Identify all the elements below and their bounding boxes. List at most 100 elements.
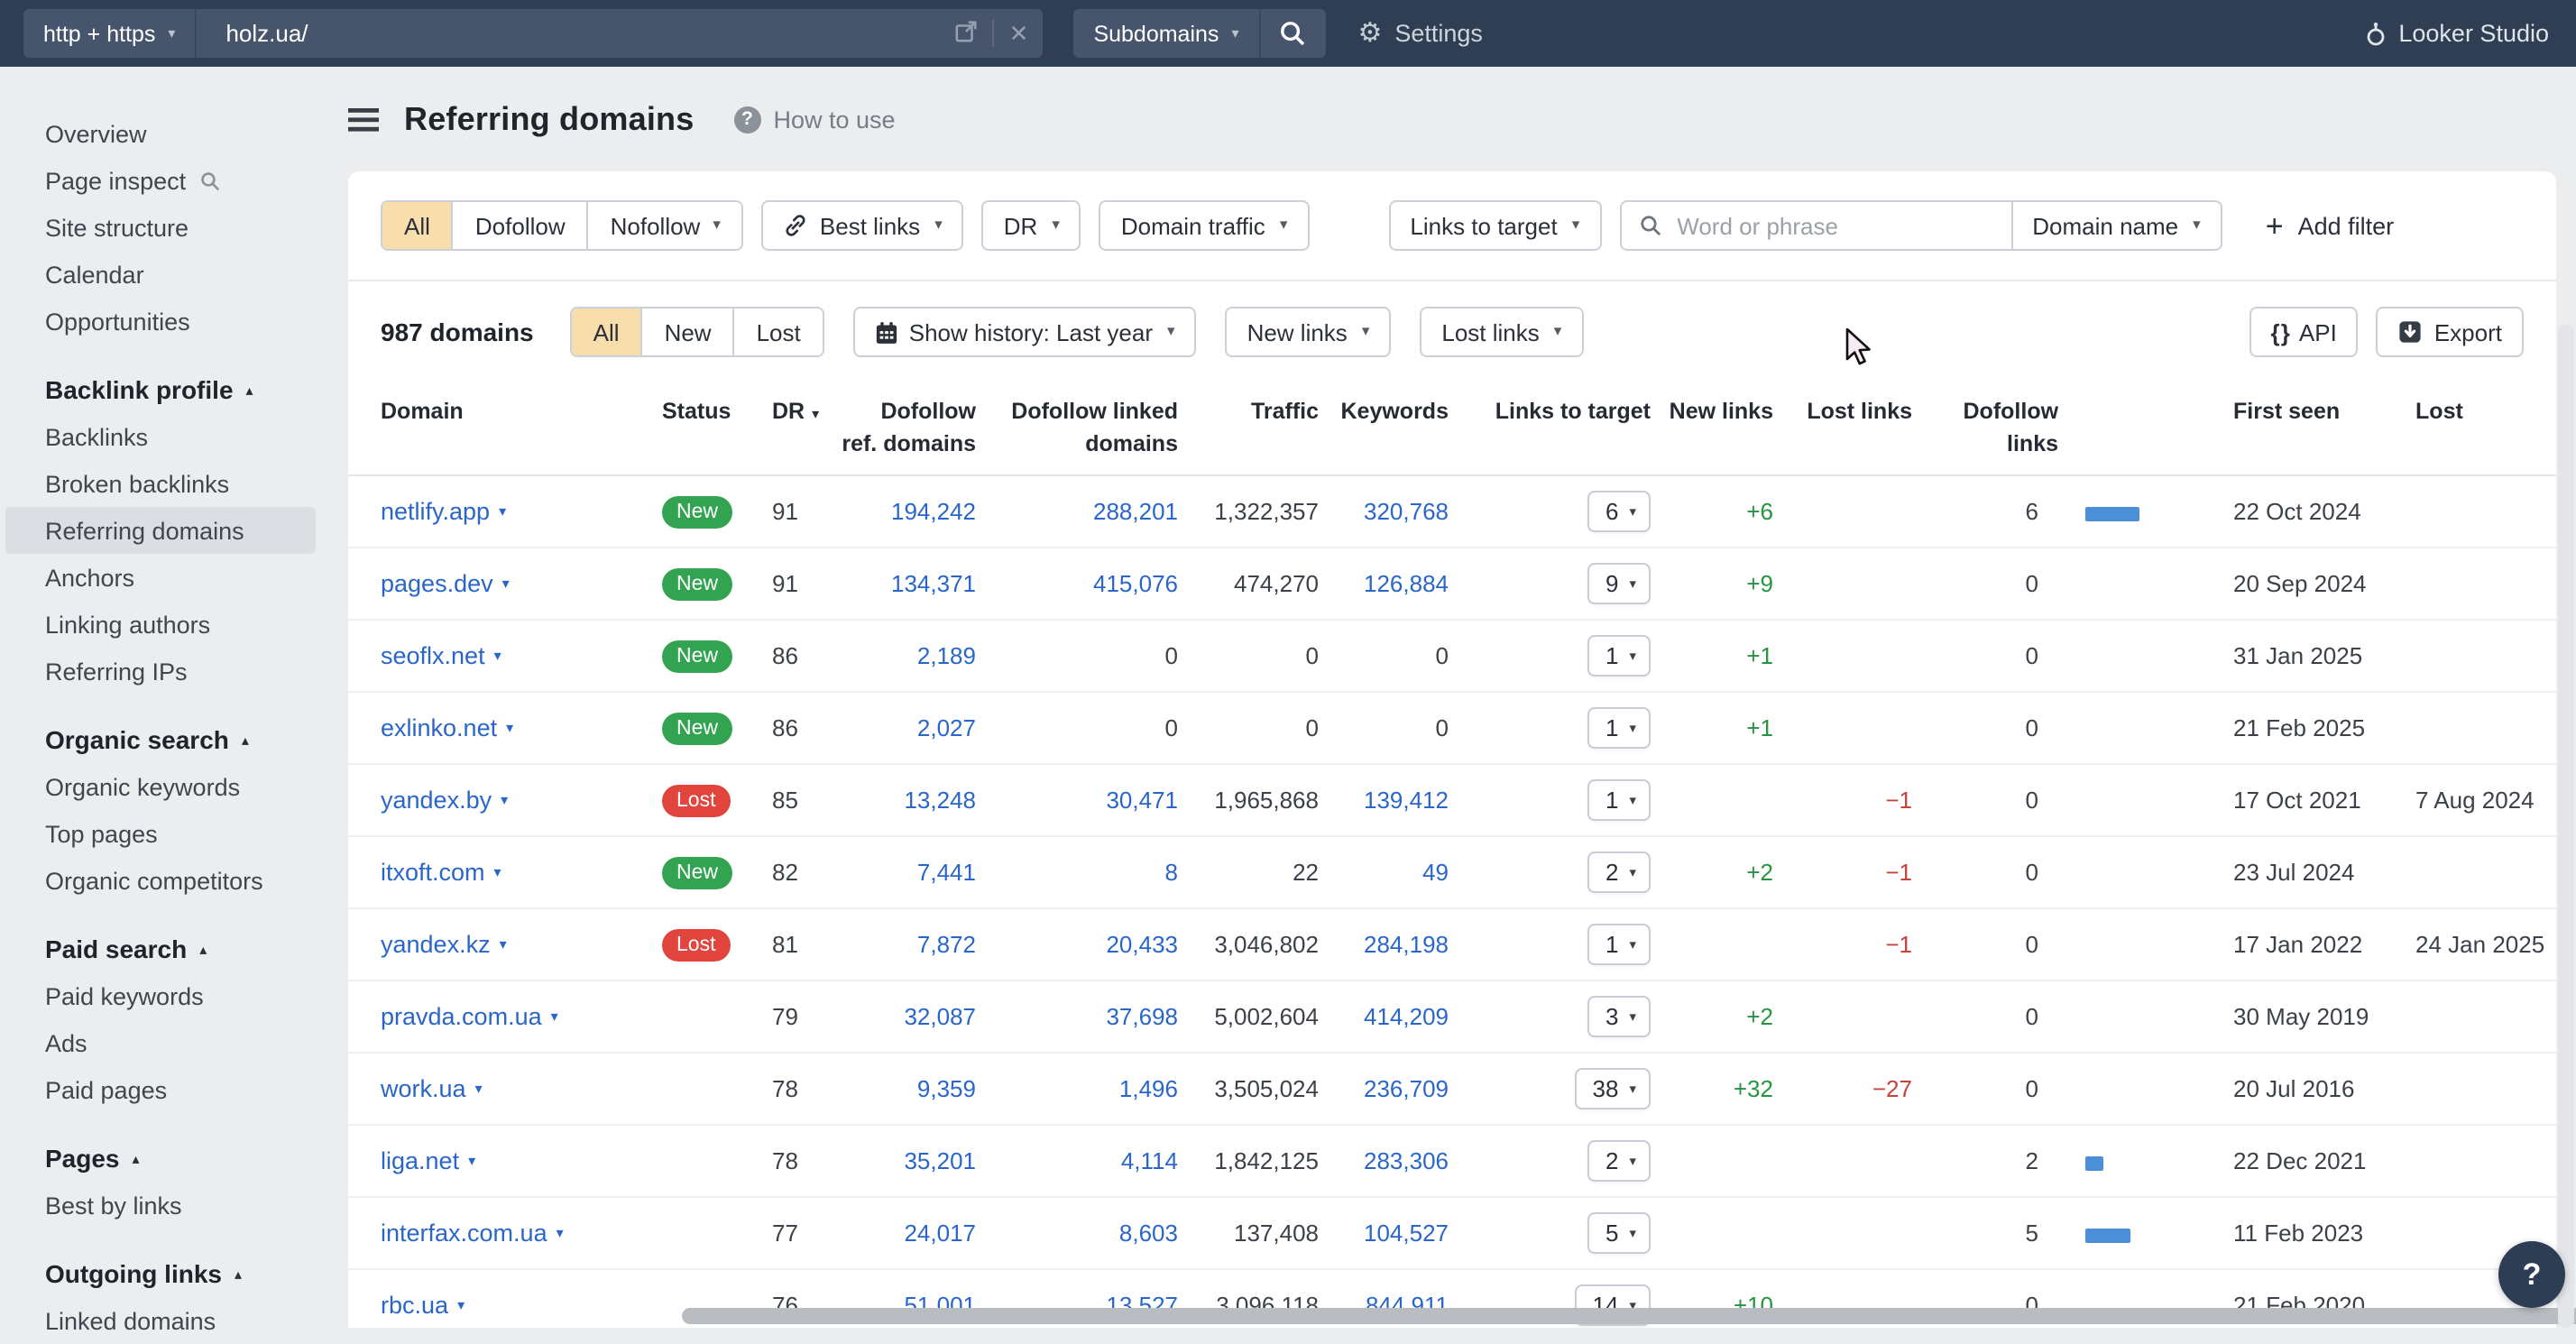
sidebar-section-organic-search[interactable]: Organic search▴ <box>5 716 316 763</box>
sidebar-item-site-structure[interactable]: Site structure <box>5 204 316 251</box>
domain-link[interactable]: liga.net▾ <box>381 1147 475 1174</box>
cell-new-links[interactable]: +32 <box>1665 1053 1773 1125</box>
cell-new-links[interactable]: +6 <box>1665 475 1773 548</box>
vertical-scrollbar[interactable] <box>2558 325 2574 1328</box>
domain-link[interactable]: exlinko.net▾ <box>381 714 513 741</box>
show-history-dropdown[interactable]: Show history: Last year ▾ <box>853 307 1197 357</box>
links-to-target-select[interactable]: 1▾ <box>1587 635 1651 677</box>
segment-status-new[interactable]: New <box>641 308 733 355</box>
sidebar-item-opportunities[interactable]: Opportunities <box>5 298 316 345</box>
sidebar-item-best-by-links[interactable]: Best by links <box>5 1182 316 1229</box>
settings-button[interactable]: ⚙ Settings <box>1357 20 1482 47</box>
sidebar-item-referring-domains[interactable]: Referring domains <box>5 507 316 554</box>
clear-input-icon[interactable]: ✕ <box>1009 19 1029 48</box>
segment-dofollow[interactable]: Dofollow <box>452 202 587 249</box>
new-links-dropdown[interactable]: New links ▾ <box>1226 307 1392 357</box>
domain-link[interactable]: rbc.ua▾ <box>381 1292 465 1319</box>
search-button[interactable] <box>1258 9 1325 58</box>
best-links-filter[interactable]: Best links ▾ <box>762 200 964 251</box>
sidebar-item-paid-keywords[interactable]: Paid keywords <box>5 972 316 1019</box>
how-to-use-link[interactable]: ? How to use <box>733 106 895 133</box>
cell-dofollow-ref[interactable]: 7,872 <box>841 908 976 980</box>
sidebar-item-overview[interactable]: Overview <box>5 110 316 157</box>
sidebar-section-backlink-profile[interactable]: Backlink profile▴ <box>5 366 316 413</box>
domain-name-dropdown[interactable]: Domain name ▾ <box>2010 202 2220 249</box>
lost-links-dropdown[interactable]: Lost links ▾ <box>1420 307 1583 357</box>
domain-link[interactable]: netlify.app▾ <box>381 498 506 525</box>
word-search-field[interactable] <box>1621 210 2010 241</box>
domain-link[interactable]: yandex.kz▾ <box>381 931 507 958</box>
cell-keywords[interactable]: 104,527 <box>1319 1197 1449 1269</box>
domain-traffic-filter[interactable]: Domain traffic ▾ <box>1099 200 1310 251</box>
column-header-keywords[interactable]: Keywords <box>1319 379 1449 475</box>
links-to-target-select[interactable]: 9▾ <box>1587 563 1651 604</box>
cell-dofollow-ref[interactable]: 35,201 <box>841 1125 976 1197</box>
cell-dofollow-linked[interactable]: 8,603 <box>976 1197 1178 1269</box>
target-url-input[interactable]: holz.ua/ ✕ <box>195 9 1043 58</box>
domain-link[interactable]: work.ua▾ <box>381 1075 483 1102</box>
sidebar-item-page-inspect[interactable]: Page inspect <box>5 157 316 204</box>
open-external-icon[interactable] <box>955 19 979 48</box>
export-button[interactable]: Export <box>2377 307 2524 357</box>
cell-keywords[interactable]: 284,198 <box>1319 908 1449 980</box>
column-header-dofollow-ref-domains[interactable]: Dofollow ref. domains <box>841 379 976 475</box>
scope-dropdown[interactable]: Subdomains ▾ <box>1073 9 1258 58</box>
cell-dofollow-ref[interactable]: 2,189 <box>841 620 976 692</box>
cell-dofollow-ref[interactable]: 134,371 <box>841 548 976 620</box>
column-header-traffic[interactable]: Traffic <box>1178 379 1319 475</box>
api-button[interactable]: { } API <box>2249 307 2358 357</box>
column-header-lost-links[interactable]: Lost links <box>1773 379 1912 475</box>
cell-keywords[interactable]: 414,209 <box>1319 980 1449 1053</box>
column-header-dofollow-linked-domains[interactable]: Dofollow linked domains <box>976 379 1178 475</box>
sidebar-item-organic-keywords[interactable]: Organic keywords <box>5 763 316 810</box>
cell-keywords[interactable]: 139,412 <box>1319 764 1449 836</box>
cell-dofollow-ref[interactable]: 13,248 <box>841 764 976 836</box>
horizontal-scrollbar[interactable] <box>682 1308 2576 1324</box>
sidebar-item-organic-competitors[interactable]: Organic competitors <box>5 857 316 904</box>
links-to-target-select[interactable]: 38▾ <box>1575 1068 1651 1109</box>
column-header-domain[interactable]: Domain <box>348 379 651 475</box>
cell-new-links[interactable]: +1 <box>1665 692 1773 764</box>
cell-lost-links[interactable]: −1 <box>1773 836 1912 908</box>
add-filter-button[interactable]: + Add filter <box>2266 210 2394 241</box>
sidebar-item-anchors[interactable]: Anchors <box>5 554 316 601</box>
cell-dofollow-linked[interactable]: 30,471 <box>976 764 1178 836</box>
cell-dofollow-linked[interactable]: 288,201 <box>976 475 1178 548</box>
segment-status-all[interactable]: All <box>572 308 641 355</box>
domain-link[interactable]: interfax.com.ua▾ <box>381 1220 564 1247</box>
sidebar-item-ads[interactable]: Ads <box>5 1019 316 1066</box>
links-to-target-filter[interactable]: Links to target ▾ <box>1388 200 1601 251</box>
domain-link[interactable]: pages.dev▾ <box>381 570 510 597</box>
help-fab-button[interactable]: ? <box>2498 1241 2565 1308</box>
cell-lost-links[interactable]: −1 <box>1773 764 1912 836</box>
domain-link[interactable]: itxoft.com▾ <box>381 859 501 886</box>
sidebar-item-referring-ips[interactable]: Referring IPs <box>5 648 316 695</box>
sidebar-section-pages[interactable]: Pages▴ <box>5 1135 316 1182</box>
cell-keywords[interactable]: 283,306 <box>1319 1125 1449 1197</box>
links-to-target-select[interactable]: 2▾ <box>1587 1140 1651 1182</box>
cell-dofollow-linked[interactable]: 20,433 <box>976 908 1178 980</box>
cell-dofollow-linked[interactable]: 4,114 <box>976 1125 1178 1197</box>
column-header-new-links[interactable]: New links <box>1665 379 1773 475</box>
cell-dofollow-linked[interactable]: 37,698 <box>976 980 1178 1053</box>
cell-keywords[interactable]: 126,884 <box>1319 548 1449 620</box>
links-to-target-select[interactable]: 5▾ <box>1587 1212 1651 1254</box>
sidebar-section-paid-search[interactable]: Paid search▴ <box>5 925 316 972</box>
cell-dofollow-ref[interactable]: 9,359 <box>841 1053 976 1125</box>
cell-dofollow-ref[interactable]: 32,087 <box>841 980 976 1053</box>
links-to-target-select[interactable]: 2▾ <box>1587 852 1651 893</box>
cell-keywords[interactable]: 320,768 <box>1319 475 1449 548</box>
links-to-target-select[interactable]: 6▾ <box>1587 491 1651 532</box>
segment-status-lost[interactable]: Lost <box>733 308 823 355</box>
sidebar-item-linked-domains[interactable]: Linked domains <box>5 1297 316 1344</box>
looker-studio-button[interactable]: Looker Studio <box>2364 20 2549 47</box>
cell-dofollow-ref[interactable]: 2,027 <box>841 692 976 764</box>
sidebar-item-top-pages[interactable]: Top pages <box>5 810 316 857</box>
column-header-dr[interactable]: DR▾ <box>765 379 841 475</box>
cell-keywords[interactable]: 236,709 <box>1319 1053 1449 1125</box>
column-header-status[interactable]: Status <box>651 379 765 475</box>
protocol-dropdown[interactable]: http + https ▾ <box>23 9 195 58</box>
links-to-target-select[interactable]: 1▾ <box>1587 924 1651 965</box>
column-header-links-to-target[interactable]: Links to target <box>1449 379 1665 475</box>
domain-link[interactable]: yandex.by▾ <box>381 787 508 814</box>
